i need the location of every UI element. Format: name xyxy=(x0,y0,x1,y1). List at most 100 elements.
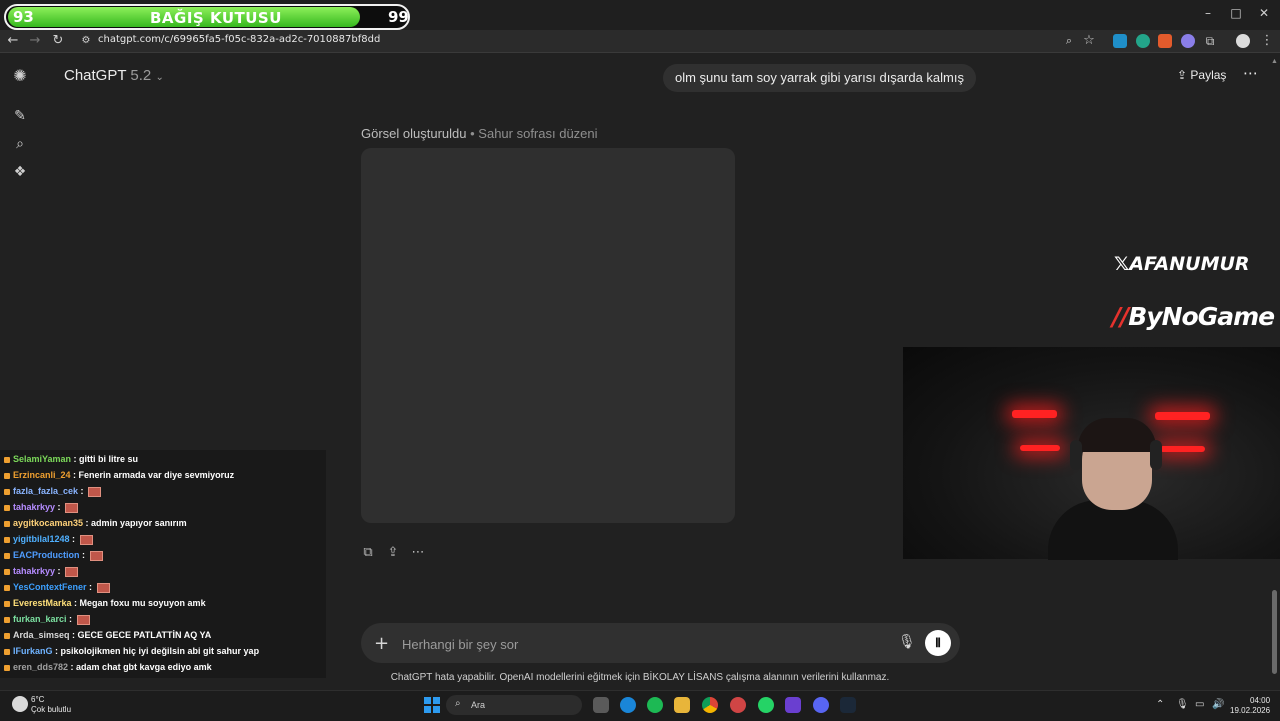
task-view-icon[interactable] xyxy=(593,697,609,713)
chat-username[interactable]: EverestMarka xyxy=(13,598,72,608)
chat-badge-icon xyxy=(4,472,10,479)
chevron-up-icon[interactable]: ⌃ xyxy=(1156,699,1164,710)
clock[interactable]: 04:00 19.02.2026 xyxy=(1230,696,1270,716)
taskbar-search[interactable] xyxy=(446,695,582,715)
share-button[interactable]: ⇪ Paylaş xyxy=(1177,68,1226,82)
image-title: • Sahur sofrası düzeni xyxy=(470,126,598,141)
close-button[interactable]: ✕ xyxy=(1250,4,1278,22)
windows-start-icon[interactable] xyxy=(424,697,440,713)
more-options-icon[interactable]: ⋯ xyxy=(1243,64,1258,82)
streamer-hair xyxy=(1078,418,1156,452)
chat-separator: : xyxy=(69,630,78,640)
file-explorer-icon[interactable] xyxy=(674,697,690,713)
chat-username[interactable]: SelamiYaman xyxy=(13,454,71,464)
model-selector[interactable]: ChatGPT 5.2 ⌄ xyxy=(64,67,164,84)
network-icon[interactable]: ▭ xyxy=(1195,699,1204,710)
discord-icon[interactable] xyxy=(813,697,829,713)
donation-left-value: 93 xyxy=(13,8,34,26)
extension-puzzle-red-icon[interactable] xyxy=(1158,34,1172,48)
site-info-icon[interactable]: ⚙ xyxy=(75,30,97,52)
chat-message: IFurkanG : psikolojikmen hiç iyi değilsi… xyxy=(4,646,259,656)
library-icon[interactable]: ❖ xyxy=(10,162,30,182)
chrome-icon[interactable] xyxy=(702,697,718,713)
voice-mode-button[interactable]: ⦀ xyxy=(925,630,951,656)
chat-badge-icon xyxy=(4,648,10,655)
new-chat-icon[interactable]: ✎ xyxy=(10,106,30,126)
forward-icon[interactable]: → xyxy=(24,30,46,52)
chat-badge-icon xyxy=(4,632,10,639)
back-icon[interactable]: ← xyxy=(2,30,24,52)
chat-username[interactable]: yigitbilal1248 xyxy=(13,534,70,544)
prompt-input[interactable] xyxy=(400,628,884,660)
extensions-icon[interactable]: ⧉ xyxy=(1199,30,1221,52)
plus-icon[interactable]: + xyxy=(374,633,389,654)
profile-avatar[interactable] xyxy=(1236,34,1250,48)
spotify-icon[interactable] xyxy=(647,697,663,713)
chat-username[interactable]: tahakrkyy xyxy=(13,566,55,576)
chat-separator: : xyxy=(55,566,64,576)
generated-image-placeholder[interactable] xyxy=(361,148,735,523)
weather-cloud-icon[interactable] xyxy=(12,696,28,712)
chat-separator: : xyxy=(69,534,78,544)
chat-text: Megan foxu mu soyuyon amk xyxy=(79,598,206,608)
url-field[interactable]: chatgpt.com/c/69965fa5-f05c-832a-ad2c-70… xyxy=(98,34,380,45)
x-logo-icon: 𝕏 xyxy=(1114,253,1130,275)
whatsapp-icon[interactable] xyxy=(758,697,774,713)
reload-icon[interactable]: ↻ xyxy=(47,30,69,52)
chat-username[interactable]: aygitkocaman35 xyxy=(13,518,83,528)
sponsor-name: ByNoGame xyxy=(1128,302,1275,331)
vpn-icon[interactable] xyxy=(785,697,801,713)
zoom-icon[interactable]: ⌕ xyxy=(1058,30,1080,52)
chat-message: aygitkocaman35 : admin yapıyor sanırım xyxy=(4,518,187,528)
chat-badge-icon xyxy=(4,536,10,543)
openai-logo-icon[interactable]: ✺ xyxy=(10,66,30,86)
chat-username[interactable]: IFurkanG xyxy=(13,646,53,656)
steam-icon[interactable] xyxy=(840,697,856,713)
chat-username[interactable]: Arda_simseq xyxy=(13,630,70,640)
chat-username[interactable]: Erzincanli_24 xyxy=(13,470,71,480)
chat-username[interactable]: eren_dds782 xyxy=(13,662,68,672)
extension-purple-icon[interactable] xyxy=(1181,34,1195,48)
volume-icon[interactable]: 🔊 xyxy=(1212,699,1224,710)
chat-username[interactable]: tahakrkyy xyxy=(13,502,55,512)
share-label: Paylaş xyxy=(1190,68,1227,82)
share-icon: ⇪ xyxy=(1177,68,1188,82)
weather-widget[interactable]: 6°C Çok bulutlu xyxy=(31,695,71,715)
x-handle: AFANUMUR xyxy=(1129,253,1250,275)
app-icon[interactable] xyxy=(730,697,746,713)
chat-username[interactable]: furkan_karci xyxy=(13,614,67,624)
browser-menu-icon[interactable]: ⋮ xyxy=(1256,30,1278,52)
chat-emote-icon xyxy=(79,534,93,545)
chat-badge-icon xyxy=(4,552,10,559)
chat-message: tahakrkyy : xyxy=(4,502,79,513)
chat-separator: : xyxy=(68,662,77,672)
chat-username[interactable]: YesContextFener xyxy=(13,582,87,592)
bookmark-star-icon[interactable]: ☆ xyxy=(1078,30,1100,52)
copy-icon[interactable]: ⧉ xyxy=(360,545,376,561)
bynogame-mark-icon: // xyxy=(1112,302,1129,331)
chat-username[interactable]: EACProduction xyxy=(13,550,80,560)
neon-light xyxy=(1155,412,1210,420)
headphone-right xyxy=(1150,440,1162,470)
edge-icon[interactable] xyxy=(620,697,636,713)
user-message: olm şunu tam soy yarrak gibi yarısı dışa… xyxy=(663,64,976,92)
microphone-tray-icon[interactable]: 🎙 xyxy=(1176,699,1189,710)
scrollbar-thumb[interactable] xyxy=(1272,590,1277,674)
chat-message: EverestMarka : Megan foxu mu soyuyon amk xyxy=(4,598,206,608)
extension-circle-icon[interactable] xyxy=(1136,34,1150,48)
minimize-button[interactable]: – xyxy=(1194,4,1222,22)
maximize-button[interactable]: □ xyxy=(1222,4,1250,22)
search-icon[interactable]: ⌕ xyxy=(10,134,30,154)
donation-title: BAĞIŞ KUTUSU xyxy=(150,9,282,27)
share-image-icon[interactable]: ⇪ xyxy=(385,545,401,561)
chat-message: yigitbilal1248 : xyxy=(4,534,93,545)
chat-message: Arda_simseq : GECE GECE PATLATTİN AQ YA xyxy=(4,630,211,640)
more-actions-icon[interactable]: ⋯ xyxy=(410,545,426,561)
clock-time: 04:00 xyxy=(1250,696,1271,705)
microphone-icon[interactable]: 🎙 xyxy=(898,634,916,650)
scroll-up-icon[interactable]: ▲ xyxy=(1271,58,1278,65)
chat-username[interactable]: fazla_fazla_cek xyxy=(13,486,78,496)
extension-m-icon[interactable] xyxy=(1113,34,1127,48)
headphone-left xyxy=(1070,440,1082,470)
chevron-down-icon: ⌄ xyxy=(155,72,164,83)
